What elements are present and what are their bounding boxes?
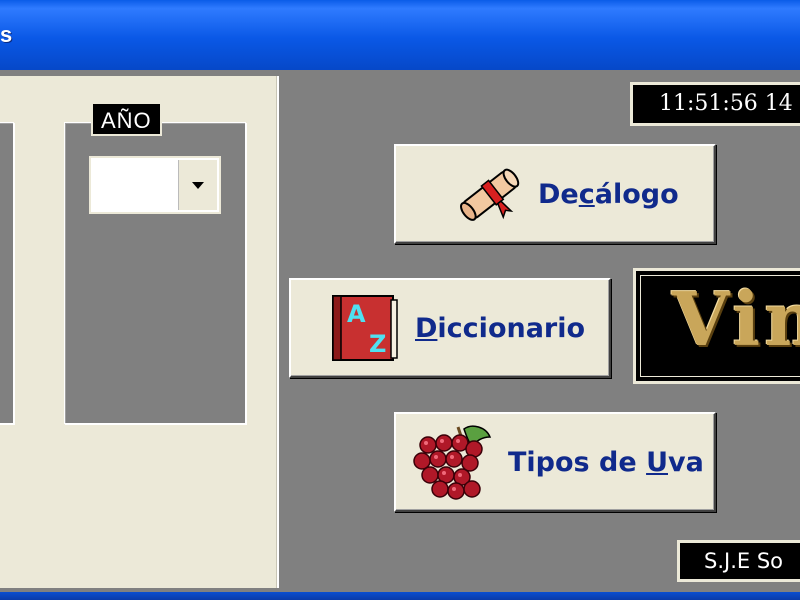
logo-text: Vin bbox=[672, 277, 800, 363]
window-bottom-border bbox=[0, 592, 800, 600]
left-group-box bbox=[0, 122, 14, 424]
diccionario-label: Diccionario bbox=[415, 312, 586, 344]
filter-panel: AÑO bbox=[0, 76, 279, 588]
decalogo-button[interactable]: Decálogo bbox=[394, 144, 716, 244]
footer-credit: S.J.E So bbox=[677, 540, 800, 582]
grapes-icon bbox=[413, 425, 492, 500]
svg-text:A: A bbox=[347, 300, 366, 328]
main-content: AÑO 11:51:56 14 Decálogo A Z Diccionario… bbox=[0, 70, 800, 592]
decalogo-label: Decálogo bbox=[538, 178, 679, 210]
clock-display: 11:51:56 14 bbox=[630, 82, 800, 126]
chevron-down-icon bbox=[192, 181, 204, 189]
diploma-scroll-icon bbox=[460, 168, 520, 221]
diccionario-button[interactable]: A Z Diccionario bbox=[289, 278, 611, 378]
year-dropdown-button[interactable] bbox=[178, 160, 217, 210]
year-label: AÑO bbox=[91, 102, 162, 136]
window-titlebar[interactable]: s bbox=[0, 0, 800, 70]
tipos-uva-label: Tipos de Uva bbox=[508, 446, 704, 478]
year-combobox[interactable] bbox=[89, 156, 221, 214]
tipos-uva-button[interactable]: Tipos de Uva bbox=[394, 412, 716, 512]
dictionary-book-icon: A Z bbox=[332, 295, 398, 361]
svg-text:Z: Z bbox=[369, 330, 386, 358]
window-title: s bbox=[0, 22, 13, 47]
logo-panel: Vin bbox=[633, 268, 800, 384]
